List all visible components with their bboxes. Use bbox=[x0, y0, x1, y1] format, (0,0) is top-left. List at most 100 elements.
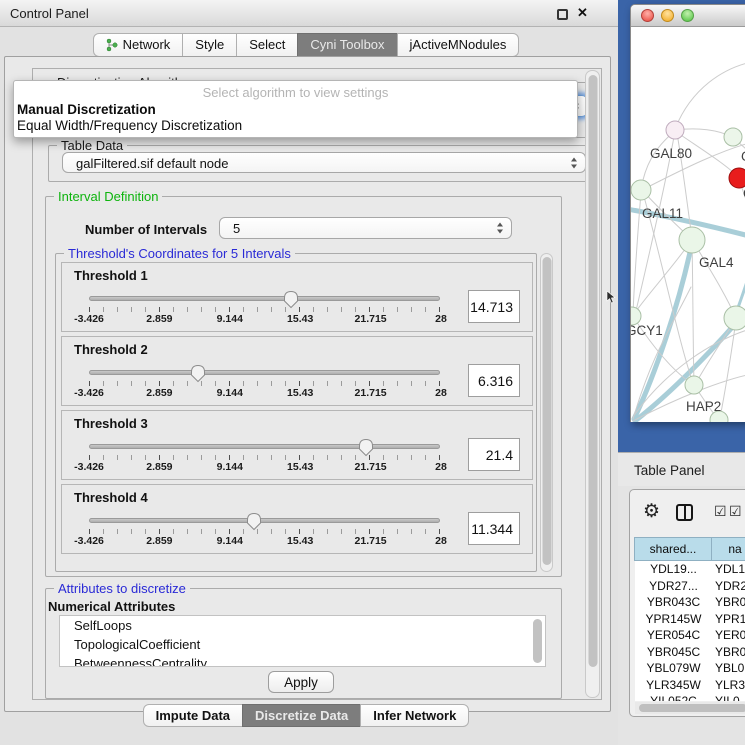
network-view-window: GAL80G.CGAL11GAL4GCY1HHAP2 bbox=[630, 4, 745, 422]
columns-icon[interactable] bbox=[676, 504, 693, 521]
column-header-name[interactable]: na bbox=[711, 537, 745, 561]
column-header-shared-name[interactable]: shared... bbox=[634, 537, 712, 561]
threshold-value-input[interactable] bbox=[468, 364, 520, 397]
tab-discretize-data[interactable]: Discretize Data bbox=[242, 704, 361, 727]
network-edge[interactable] bbox=[675, 61, 745, 129]
cell-shared-name[interactable]: YIL052C bbox=[635, 693, 712, 701]
numerical-attribute-item[interactable]: TopologicalCoefficient bbox=[60, 635, 545, 654]
network-node-gal11[interactable] bbox=[631, 180, 651, 200]
network-edge[interactable] bbox=[693, 241, 735, 316]
network-node-gal4[interactable] bbox=[679, 227, 705, 253]
slider-ticks bbox=[89, 381, 441, 386]
main-scrollbar-thumb[interactable] bbox=[588, 75, 597, 667]
threshold-label: Threshold 3 bbox=[74, 416, 148, 431]
network-node-red[interactable] bbox=[729, 168, 745, 188]
popup-option-manual-discretization[interactable]: Manual Discretization bbox=[17, 102, 156, 117]
app-root: Control Panel ✕ Network Style Select Cyn… bbox=[0, 0, 745, 745]
tab-select[interactable]: Select bbox=[236, 33, 298, 57]
numerical-attribute-item[interactable]: SelfLoops bbox=[60, 616, 545, 635]
popup-placeholder: Select algorithm to view settings bbox=[14, 85, 577, 100]
popup-option-equal-width-frequency[interactable]: Equal Width/Frequency Discretization bbox=[17, 118, 242, 133]
threshold-slider[interactable] bbox=[89, 370, 440, 375]
table-row[interactable]: YLR345WYLR3 bbox=[635, 677, 745, 694]
attr-items-holder: SelfLoopsTopologicalCoefficientBetweenne… bbox=[60, 616, 545, 667]
number-of-intervals-combo[interactable]: 5 bbox=[219, 217, 512, 239]
tick-labels: -3.4262.8599.14415.4321.71528 bbox=[89, 535, 441, 548]
threshold-value-input[interactable] bbox=[468, 290, 520, 323]
table-hscrollbar-thumb[interactable] bbox=[639, 704, 745, 712]
cell-name[interactable]: YDL1 bbox=[712, 561, 745, 578]
cell-shared-name[interactable]: YBR043C bbox=[635, 594, 712, 611]
minimize-traffic-light[interactable] bbox=[661, 9, 674, 22]
tab-infer-network[interactable]: Infer Network bbox=[360, 704, 469, 727]
table-row[interactable]: YIL052CYIL0 bbox=[635, 693, 745, 701]
tick-label: 21.715 bbox=[355, 387, 387, 399]
threshold-value-input[interactable] bbox=[468, 438, 520, 471]
table-data-combo-value: galFiltered.sif default node bbox=[76, 156, 228, 171]
thresholds-scrollbar[interactable] bbox=[540, 253, 553, 572]
threshold-value-input[interactable] bbox=[468, 512, 520, 545]
tick-label: 2.859 bbox=[146, 535, 172, 547]
table-row[interactable]: YER054CYER0 bbox=[635, 627, 745, 644]
close-icon[interactable]: ✕ bbox=[577, 5, 588, 21]
cell-name[interactable]: YPR1 bbox=[712, 611, 745, 628]
tick-label: 9.144 bbox=[217, 387, 243, 399]
cell-name[interactable]: YBR0 bbox=[712, 644, 745, 661]
table-row[interactable]: YBR043CYBR0 bbox=[635, 594, 745, 611]
tab-impute-data[interactable]: Impute Data bbox=[143, 704, 243, 727]
cell-shared-name[interactable]: YBL079W bbox=[635, 660, 712, 677]
network-window-titlebar[interactable] bbox=[631, 5, 745, 27]
threshold-slider[interactable] bbox=[89, 518, 440, 523]
cell-name[interactable]: YDR2 bbox=[712, 578, 745, 595]
checkbox-icon[interactable]: ☑ bbox=[729, 503, 742, 520]
network-node[interactable] bbox=[724, 306, 745, 330]
network-edge[interactable] bbox=[692, 242, 694, 383]
tab-style[interactable]: Style bbox=[182, 33, 237, 57]
tick-label: 28 bbox=[435, 535, 447, 547]
table-horizontal-scrollbar[interactable] bbox=[635, 702, 745, 714]
cell-name[interactable]: YLR3 bbox=[712, 677, 745, 694]
table-row[interactable]: YBR045CYBR0 bbox=[635, 644, 745, 661]
cell-name[interactable]: YIL0 bbox=[712, 693, 745, 701]
checkbox-icon[interactable]: ☑ bbox=[714, 503, 727, 520]
network-canvas[interactable]: GAL80G.CGAL11GAL4GCY1HHAP2 bbox=[631, 27, 745, 422]
thresholds-scrollbar-thumb[interactable] bbox=[542, 257, 551, 565]
tick-label: 21.715 bbox=[355, 313, 387, 325]
apply-button[interactable]: Apply bbox=[268, 671, 334, 693]
tick-label: -3.426 bbox=[74, 461, 104, 473]
attributes-scrollbar-thumb[interactable] bbox=[533, 619, 542, 663]
tab-jactivemnodules[interactable]: jActiveMNodules bbox=[397, 33, 520, 57]
algorithm-dropdown-popup: Select algorithm to view settings Manual… bbox=[13, 80, 578, 138]
network-node-label: GAL11 bbox=[642, 206, 683, 221]
cell-shared-name[interactable]: YLR345W bbox=[635, 677, 712, 694]
threshold-slider[interactable] bbox=[89, 444, 440, 449]
network-node-gal80[interactable] bbox=[666, 121, 684, 139]
numerical-attributes-list[interactable]: SelfLoopsTopologicalCoefficientBetweenne… bbox=[59, 615, 546, 667]
main-scrollbar[interactable] bbox=[585, 70, 600, 698]
cell-name[interactable]: YBR0 bbox=[712, 594, 745, 611]
close-traffic-light[interactable] bbox=[641, 9, 654, 22]
cell-shared-name[interactable]: YDR27... bbox=[635, 578, 712, 595]
zoom-traffic-light[interactable] bbox=[681, 9, 694, 22]
cell-shared-name[interactable]: YDL19... bbox=[635, 561, 712, 578]
cell-name[interactable]: YER0 bbox=[712, 627, 745, 644]
tick-label: 21.715 bbox=[355, 535, 387, 547]
tab-cyni-toolbox[interactable]: Cyni Toolbox bbox=[297, 33, 397, 57]
numerical-attribute-item[interactable]: BetweennessCentrality bbox=[60, 654, 545, 667]
gear-icon[interactable]: ⚙ bbox=[643, 500, 660, 523]
cell-name[interactable]: YBL0 bbox=[712, 660, 745, 677]
cell-shared-name[interactable]: YBR045C bbox=[635, 644, 712, 661]
cell-shared-name[interactable]: YPR145W bbox=[635, 611, 712, 628]
cell-shared-name[interactable]: YER054C bbox=[635, 627, 712, 644]
tick-labels: -3.4262.8599.14415.4321.71528 bbox=[89, 461, 441, 474]
network-node[interactable] bbox=[724, 128, 742, 146]
table-row[interactable]: YBL079WYBL0 bbox=[635, 660, 745, 677]
network-node-hap2[interactable] bbox=[685, 376, 703, 394]
table-data-combo[interactable]: galFiltered.sif default node bbox=[62, 152, 586, 173]
float-window-icon[interactable] bbox=[557, 9, 568, 20]
table-row[interactable]: YPR145WYPR1 bbox=[635, 611, 745, 628]
tab-network[interactable]: Network bbox=[93, 33, 184, 57]
table-row[interactable]: YDL19...YDL1 bbox=[635, 561, 745, 578]
table-row[interactable]: YDR27...YDR2 bbox=[635, 578, 745, 595]
threshold-slider[interactable] bbox=[89, 296, 440, 301]
